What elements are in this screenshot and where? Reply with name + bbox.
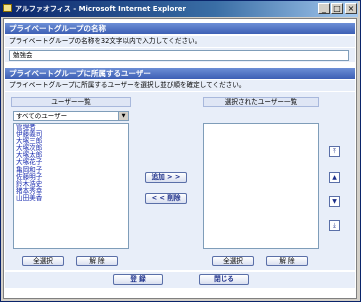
right-clear-button[interactable]: 解 除 <box>266 256 308 266</box>
group-name-input[interactable]: 勉強会 <box>9 50 349 61</box>
add-button[interactable]: 追加 > > <box>145 172 187 183</box>
chevron-down-icon[interactable]: ▼ <box>118 112 128 120</box>
members-description: プライベートグループに所属するユーザーを選択し並び順を確定してください。 <box>5 80 355 91</box>
group-name-description: プライベートグループの名称を32文字以内で入力してください。 <box>5 36 355 47</box>
window-titlebar: アルファオフィス - Microsoft Internet Explorer <box>1 1 358 17</box>
group-name-header: プライベートグループの名称 <box>5 23 355 34</box>
list-item[interactable]: 山田美香 <box>14 194 128 202</box>
app-icon <box>3 4 12 12</box>
user-list-label: ユーザー一覧 <box>11 97 131 107</box>
close-window-button[interactable]: × <box>345 3 357 14</box>
close-button[interactable]: 閉じる <box>199 274 249 285</box>
minimize-button[interactable]: _ <box>318 3 330 14</box>
members-header: プライベートグループに所属するユーザー <box>5 68 355 79</box>
move-down-icon[interactable]: ▼ <box>329 196 340 207</box>
left-select-all-button[interactable]: 全選択 <box>22 256 64 266</box>
register-button[interactable]: 登 録 <box>113 274 163 285</box>
maximize-button[interactable]: □ <box>331 3 343 14</box>
move-up-icon[interactable]: ▲ <box>329 172 340 183</box>
footer-bar <box>5 272 355 288</box>
move-top-icon[interactable]: ⤒ <box>329 146 340 157</box>
user-filter-value: すべてのユーザー <box>16 112 68 120</box>
remove-button[interactable]: < < 削除 <box>145 193 187 204</box>
selected-user-list-label: 選択されたユーザー一覧 <box>203 97 319 107</box>
user-listbox[interactable]: 管理者 伊藤義司 大塚三郎 大塚次郎 大塚太郎 大塚花子 亀岡和子 佐藤明子 鈴… <box>13 123 129 249</box>
left-clear-button[interactable]: 解 除 <box>76 256 118 266</box>
selected-user-listbox[interactable] <box>203 123 319 249</box>
move-bottom-icon[interactable]: ⤓ <box>329 220 340 231</box>
user-filter-select[interactable]: すべてのユーザー ▼ <box>13 111 129 121</box>
right-select-all-button[interactable]: 全選択 <box>212 256 254 266</box>
window-title: アルファオフィス - Microsoft Internet Explorer <box>15 5 186 13</box>
